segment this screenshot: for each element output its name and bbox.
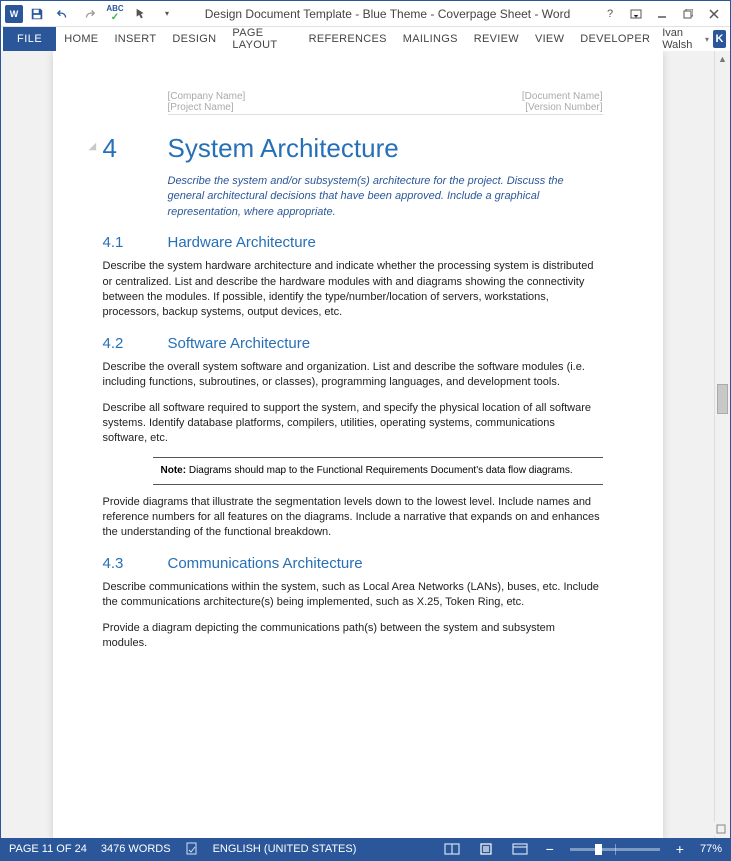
tab-review[interactable]: REVIEW (466, 27, 527, 51)
header-rule (168, 114, 603, 115)
zoom-level[interactable]: 77% (700, 843, 722, 855)
tab-insert[interactable]: INSERT (106, 27, 164, 51)
tab-mailings[interactable]: MAILINGS (395, 27, 466, 51)
page-header-row2: [Project Name][Version Number] (103, 102, 603, 113)
language-indicator[interactable]: ENGLISH (UNITED STATES) (213, 843, 357, 855)
tab-references[interactable]: REFERENCES (301, 27, 395, 51)
zoom-slider[interactable] (570, 848, 660, 851)
tab-home[interactable]: HOME (56, 27, 106, 51)
section-instruction: Describe the system and/or subsystem(s) … (168, 174, 603, 220)
proofing-icon[interactable] (185, 841, 199, 858)
zoom-out-button[interactable]: − (544, 842, 556, 856)
user-name: Ivan Walsh (662, 27, 701, 51)
read-mode-button[interactable] (442, 841, 462, 857)
page-header-row1: [Company Name][Document Name] (103, 91, 603, 102)
body-text: Describe communications within the syste… (103, 580, 603, 611)
selection-button[interactable] (131, 4, 151, 24)
user-avatar: K (713, 30, 726, 48)
ribbon-display-button[interactable] (624, 4, 648, 24)
save-button[interactable] (27, 4, 47, 24)
page-indicator[interactable]: PAGE 11 OF 24 (9, 843, 87, 855)
undo-button[interactable] (53, 4, 73, 24)
window-title: Design Document Template - Blue Theme - … (177, 7, 598, 21)
zoom-thumb[interactable] (595, 844, 602, 855)
ribbon: FILE HOME INSERT DESIGN PAGE LAYOUT REFE… (1, 27, 730, 51)
status-bar: PAGE 11 OF 24 3476 WORDS ENGLISH (UNITED… (1, 838, 730, 860)
file-tab[interactable]: FILE (3, 27, 56, 51)
heading-4-1: 4.1Hardware Architecture (103, 234, 603, 251)
quick-access-toolbar: ABC✓ ▾ (27, 4, 177, 24)
body-text: Describe the overall system software and… (103, 360, 603, 391)
tab-view[interactable]: VIEW (527, 27, 572, 51)
scroll-thumb[interactable] (717, 384, 728, 414)
body-text: Provide a diagram depicting the communic… (103, 621, 603, 652)
heading-4-3: 4.3Communications Architecture (103, 555, 603, 572)
close-button[interactable] (702, 4, 726, 24)
window-controls: ? (598, 4, 726, 24)
redo-button[interactable] (79, 4, 99, 24)
zoom-in-button[interactable]: + (674, 842, 686, 856)
h1-number: 4 (103, 133, 168, 164)
view-split-icon[interactable] (714, 822, 728, 836)
scroll-up-button[interactable]: ▲ (715, 51, 730, 67)
restore-button[interactable] (676, 4, 700, 24)
title-bar: W ABC✓ ▾ Design Document Template - Blue… (1, 1, 730, 27)
word-count[interactable]: 3476 WORDS (101, 843, 171, 855)
body-text: Describe the system hardware architectur… (103, 259, 603, 321)
note-box: Note: Diagrams should map to the Functio… (153, 457, 603, 485)
print-layout-button[interactable] (476, 841, 496, 857)
web-layout-button[interactable] (510, 841, 530, 857)
help-button[interactable]: ? (598, 4, 622, 24)
word-app-icon: W (5, 5, 23, 23)
tab-developer[interactable]: DEVELOPER (572, 27, 658, 51)
vertical-scrollbar[interactable]: ▲ ▼ (714, 51, 730, 838)
minimize-button[interactable] (650, 4, 674, 24)
tab-page-layout[interactable]: PAGE LAYOUT (224, 27, 300, 51)
document-area[interactable]: [Company Name][Document Name] [Project N… (1, 51, 714, 838)
h1-title: System Architecture (168, 133, 399, 164)
tab-design[interactable]: DESIGN (164, 27, 224, 51)
document-page: [Company Name][Document Name] [Project N… (53, 51, 663, 838)
chevron-down-icon: ▾ (705, 35, 709, 44)
heading-4-2: 4.2Software Architecture (103, 335, 603, 352)
customize-qat-button[interactable]: ▾ (157, 4, 177, 24)
body-text: Provide diagrams that illustrate the seg… (103, 495, 603, 541)
user-account[interactable]: Ivan Walsh ▾ K (658, 27, 730, 51)
body-text: Describe all software required to suppor… (103, 401, 603, 447)
scroll-track[interactable] (715, 67, 730, 822)
workspace: [Company Name][Document Name] [Project N… (1, 51, 730, 838)
collapse-caret-icon[interactable]: ◢ (89, 141, 97, 152)
heading-1: ◢ 4 System Architecture (103, 133, 603, 164)
spelling-button[interactable]: ABC✓ (105, 4, 125, 24)
